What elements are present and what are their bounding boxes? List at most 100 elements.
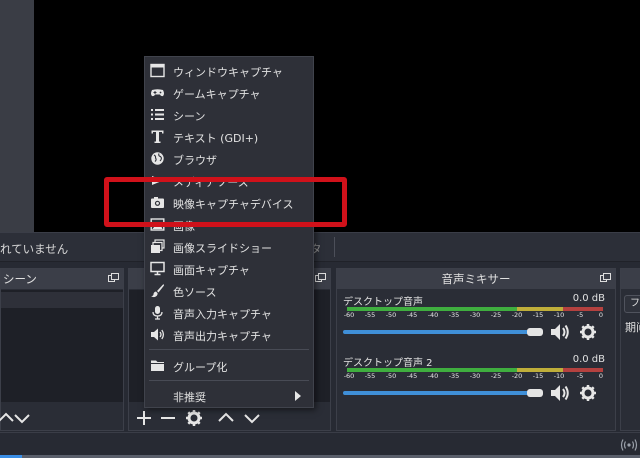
menu-item-label: テキスト (GDI+) (173, 132, 259, 145)
float-dock-icon[interactable] (600, 273, 611, 283)
meter-tick-label: -50 (385, 311, 397, 319)
meter-tick-label: -45 (406, 311, 418, 319)
meter-tick-label: 0 (598, 372, 604, 380)
broadcast-icon (620, 439, 638, 451)
channel-db: 0.0 dB (572, 354, 605, 365)
volume-slider[interactable] (343, 391, 539, 395)
menu-item-label: 色ソース (173, 286, 217, 299)
meter-tick-label: -60 (343, 372, 355, 380)
channel-name: デスクトップ音声 2 (343, 358, 433, 369)
move-up-icon[interactable] (217, 409, 235, 427)
preview-left-strip (0, 0, 34, 232)
float-dock-icon[interactable] (108, 273, 119, 283)
mixer-dock-title: 音声ミキサー (441, 272, 511, 286)
add-source-icon[interactable] (135, 409, 153, 427)
menu-item-label: 画像スライドショー (173, 242, 272, 255)
brush-icon (151, 284, 164, 298)
menu-item-label: 非推奨 (173, 391, 206, 404)
menu-item-deprecated[interactable]: 非推奨 (145, 385, 313, 407)
speaker-volume-icon[interactable] (549, 384, 571, 402)
menu-item-label: 音声入力キャプチャ (173, 308, 272, 321)
source-properties-gear-icon[interactable] (185, 409, 203, 427)
sources-toolbar (129, 405, 330, 431)
gamepad-icon (151, 89, 164, 97)
menu-item-label: ブラウザ (173, 154, 217, 167)
channel-db: 0.0 dB (572, 293, 605, 304)
audio-mixer-dock: 音声ミキサー デスクトップ音声 0.0 dB -60 -55 -50 -45 -40 -3… (336, 268, 616, 431)
move-down-icon[interactable] (13, 409, 31, 427)
remove-source-icon[interactable] (159, 409, 177, 427)
meter-tick-label: -60 (343, 311, 355, 319)
bottom-status-bar (0, 432, 640, 458)
gear-icon[interactable] (579, 323, 597, 341)
meter-tick-label: -55 (364, 311, 376, 319)
meter-tick-label: -40 (427, 372, 439, 380)
scenes-dock-title: シーン (3, 272, 37, 286)
meter-tick-label: -5 (576, 311, 584, 319)
channel-name: デスクトップ音声 (343, 297, 423, 308)
float-dock-icon[interactable] (315, 273, 326, 283)
meter-tick-label: -15 (532, 311, 544, 319)
menu-item-browser[interactable]: ブラウザ (145, 148, 313, 170)
menu-item-window-capture[interactable]: ウィンドウキャプチャ (145, 60, 313, 82)
speaker-volume-icon[interactable] (549, 323, 571, 341)
controls-dock-title-bar (621, 269, 640, 289)
folder-icon (151, 360, 164, 371)
meter-tick-label: 0 (598, 311, 604, 319)
scenes-toolbar (0, 405, 123, 431)
menu-item-label: グループ化 (173, 361, 228, 374)
window-icon (150, 63, 165, 78)
list-icon (151, 109, 164, 120)
menu-item-color-source[interactable]: 色ソース (145, 280, 313, 302)
speaker-icon (151, 328, 165, 341)
scenes-dock: シーン (0, 268, 124, 431)
meter-tick-label: -35 (448, 372, 460, 380)
meter-tick-label: -30 (469, 372, 481, 380)
meter-tick-label: -25 (490, 372, 502, 380)
text-icon (151, 130, 164, 143)
meter-tick-label: -30 (469, 311, 481, 319)
move-down-icon[interactable] (243, 409, 261, 427)
controls-label: 期间 (625, 321, 640, 334)
menu-item-label: ゲームキャプチャ (173, 88, 261, 101)
menu-item-game-capture[interactable]: ゲームキャプチャ (145, 82, 313, 104)
menu-item-image-slideshow[interactable]: 画像スライドショー (145, 236, 313, 258)
mixer-dock-title-bar: 音声ミキサー (337, 269, 615, 289)
slideshow-icon (151, 239, 165, 253)
volume-slider[interactable] (343, 330, 539, 334)
menu-item-label: 音声出力キャプチャ (173, 330, 272, 343)
menu-item-group[interactable]: グループ化 (145, 355, 313, 377)
scenes-dock-title-bar: シーン (1, 269, 123, 289)
meter-tick-label: -10 (553, 311, 565, 319)
menu-item-text-gdi[interactable]: テキスト (GDI+) (145, 126, 313, 148)
volume-slider-handle[interactable] (527, 389, 543, 397)
menu-item-audio-output-capture[interactable]: 音声出力キャプチャ (145, 324, 313, 346)
controls-button[interactable]: フ (624, 295, 640, 313)
meter-tick-label: -20 (511, 372, 523, 380)
add-source-menu: ウィンドウキャプチャ ゲームキャプチャ シーン テキスト (GDI+) ブラウザ (144, 56, 314, 408)
menu-item-label: ウィンドウキャプチャ (173, 66, 283, 79)
menu-item-display-capture[interactable]: 画面キャプチャ (145, 258, 313, 280)
mixer-channel: デスクトップ音声 2 0.0 dB -60 -55 -50 -45 -40 -35 -30-… (341, 354, 611, 410)
meter-tick-label: -45 (406, 372, 418, 380)
menu-separator (149, 380, 309, 381)
monitor-icon (150, 261, 165, 276)
gear-icon[interactable] (579, 384, 597, 402)
meter-tick-label: -40 (427, 311, 439, 319)
status-divider (334, 237, 335, 257)
menu-item-audio-input-capture[interactable]: 音声入力キャプチャ (145, 302, 313, 324)
controls-dock: フ 期间 (620, 268, 640, 431)
meter-tick-label: -10 (553, 372, 565, 380)
meter-tick-label: -50 (385, 372, 397, 380)
scene-item-selected[interactable] (1, 292, 123, 308)
volume-slider-handle[interactable] (527, 328, 543, 336)
menu-item-scene[interactable]: シーン (145, 104, 313, 126)
meter-tick-label: -35 (448, 311, 460, 319)
submenu-arrow-icon (295, 391, 301, 401)
status-bar: れていません タ (0, 232, 640, 262)
mixer-channel: デスクトップ音声 0.0 dB -60 -55 -50 -45 -40 -35 -30 -25… (341, 293, 611, 349)
meter-tick-label: -5 (576, 372, 584, 380)
globe-icon (151, 152, 164, 165)
meter-tick-label: -20 (511, 311, 523, 319)
menu-separator (149, 349, 309, 350)
